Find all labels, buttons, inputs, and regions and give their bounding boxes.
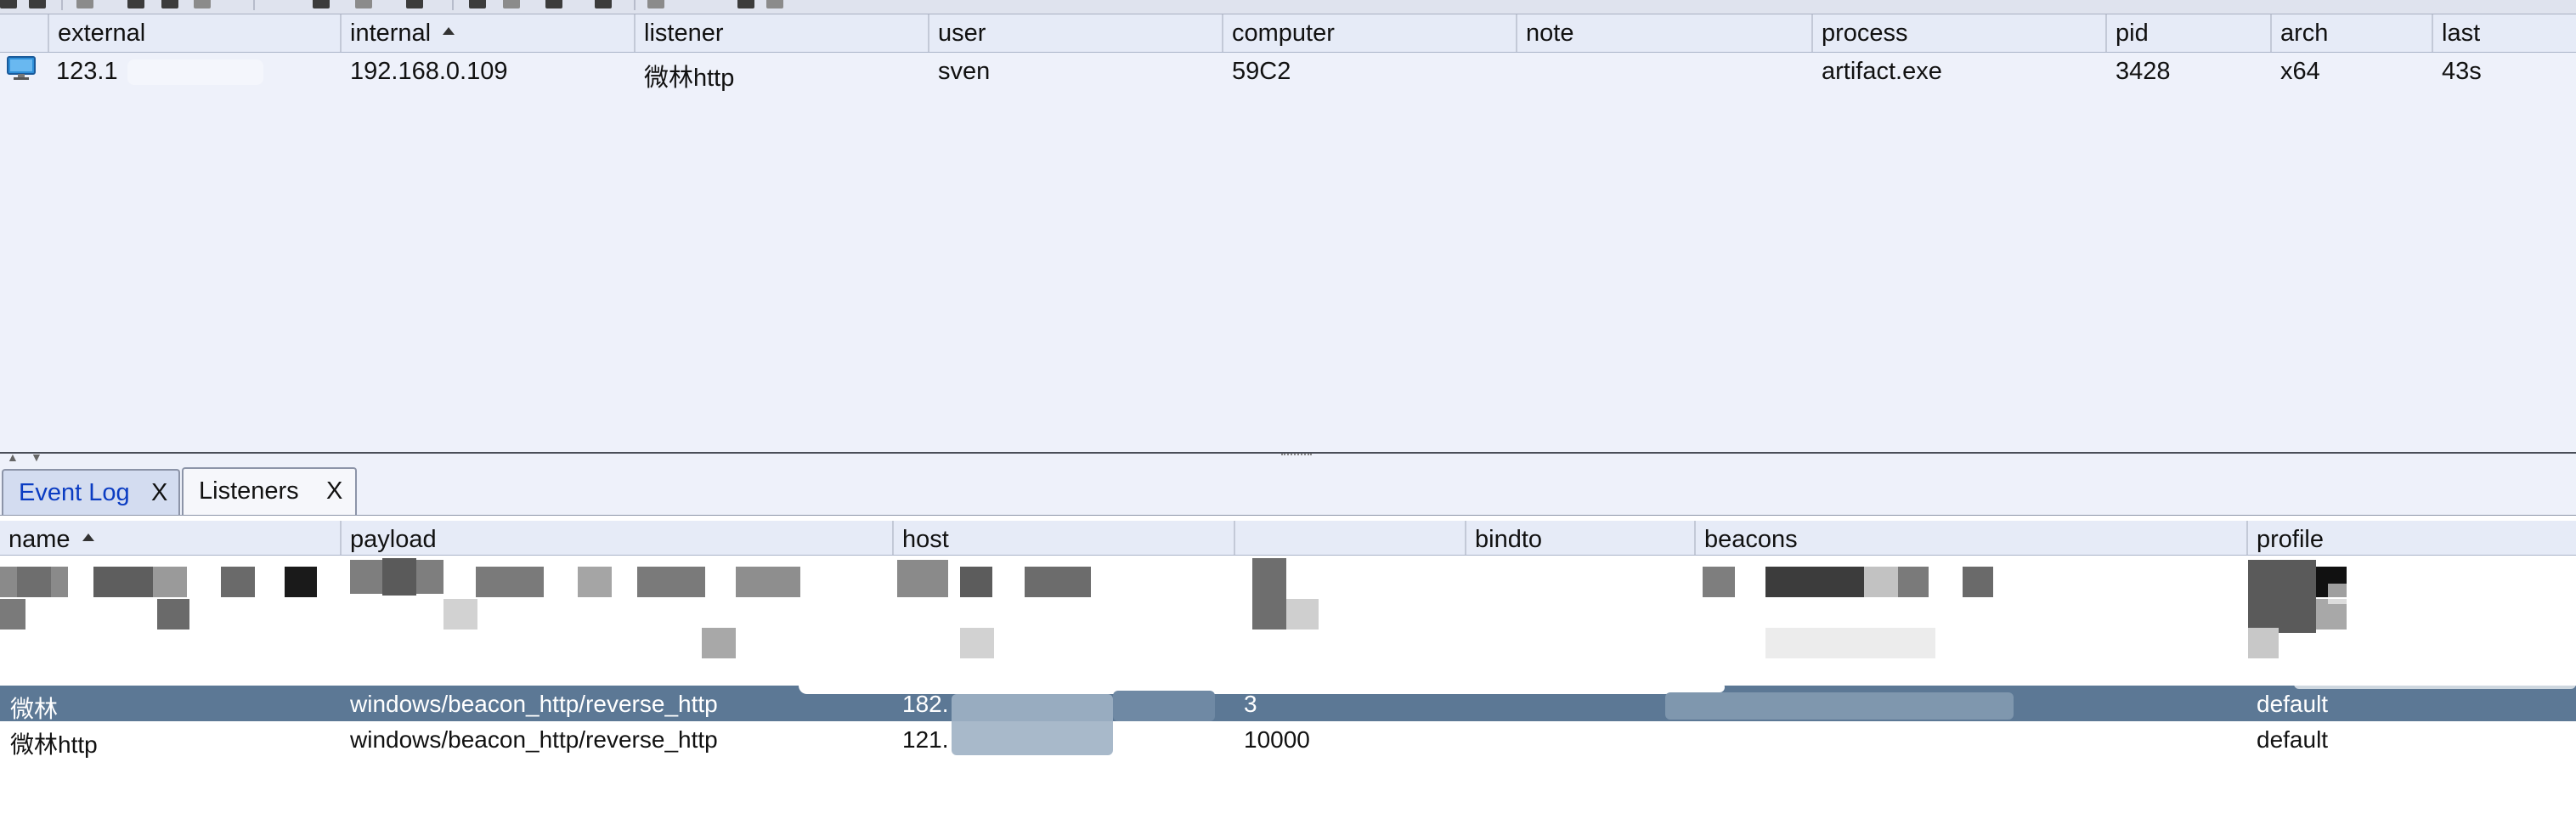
column-header-internal[interactable]: internal — [342, 14, 636, 52]
column-header-port[interactable]: port — [1235, 521, 1466, 555]
disconnect-icon[interactable] — [29, 0, 46, 8]
listeners-table-header: name payload host port bindto beacons pr… — [0, 521, 2576, 556]
cell-internal: 192.168.0.109 — [350, 58, 508, 85]
toolbar — [0, 0, 2576, 14]
cell-host: 121. — [902, 726, 949, 753]
tab-event-log[interactable]: Event Log X — [2, 469, 180, 515]
column-header-bindto[interactable]: bindto — [1466, 521, 1696, 555]
sort-ascending-icon — [443, 26, 455, 35]
gear-icon[interactable] — [406, 0, 423, 8]
column-header-icon[interactable] — [0, 14, 49, 52]
column-header-listener[interactable]: listener — [636, 14, 929, 52]
cell-payload: windows/beacon_http/reverse_http — [350, 691, 718, 717]
cell-last: 43s — [2442, 58, 2482, 85]
column-header-note[interactable]: note — [1517, 14, 1813, 52]
cell-port: 3 — [1244, 691, 1257, 717]
cell-external: 123.1 — [56, 58, 118, 85]
table-row[interactable]: 微林http windows/beacon_http/reverse_http … — [0, 721, 2576, 758]
column-header-user[interactable]: user — [929, 14, 1223, 52]
toolbar-separator — [452, 0, 454, 10]
cell-port: 10000 — [1244, 726, 1310, 753]
close-tab-button[interactable]: X — [326, 469, 342, 513]
cell-computer: 59C2 — [1232, 58, 1291, 85]
script-icon[interactable] — [545, 0, 562, 8]
close-tab-button[interactable]: X — [151, 471, 167, 515]
toolbar-separator — [253, 0, 255, 10]
beacon-table-body — [0, 53, 2576, 452]
redaction-blur — [127, 59, 263, 85]
cell-name: 微林http — [10, 731, 98, 758]
session-list-icon[interactable] — [127, 0, 144, 8]
collapse-up-icon[interactable]: ▲ — [7, 450, 19, 464]
column-header-beacons[interactable]: beacons — [1696, 521, 2248, 555]
toolbar-separator — [634, 0, 636, 10]
listeners-table: name payload host port bindto beacons pr… — [0, 515, 2576, 813]
column-header-payload[interactable]: payload — [342, 521, 894, 555]
tab-label: Event Log — [19, 479, 130, 506]
tab-label: Listeners — [199, 477, 299, 505]
note-icon[interactable] — [503, 0, 520, 8]
picture-icon[interactable] — [355, 0, 372, 8]
cell-arch: x64 — [2280, 58, 2320, 85]
cell-profile: default — [2257, 691, 2329, 717]
cell-payload: windows/beacon_http/reverse_http — [350, 726, 718, 753]
column-header-last[interactable]: last — [2433, 14, 2576, 52]
column-header-pid[interactable]: pid — [2107, 14, 2272, 52]
column-header-computer[interactable]: computer — [1223, 14, 1517, 52]
cell-process: artifact.exe — [1822, 58, 1942, 85]
cell-listener: 微林http — [644, 65, 735, 92]
tab-listeners[interactable]: Listeners X — [182, 467, 357, 517]
toolbar-separator — [61, 0, 63, 10]
cell-name: 微林 — [10, 696, 59, 722]
column-header-name[interactable]: name — [0, 521, 342, 555]
collapse-down-icon[interactable]: ▼ — [31, 450, 42, 464]
beacon-table-header: external internal listener user computer… — [0, 14, 2576, 53]
web-log-icon[interactable] — [647, 0, 664, 8]
cell-pid: 3428 — [2116, 58, 2171, 85]
keys-icon[interactable] — [313, 0, 330, 8]
connect-icon[interactable] — [0, 0, 17, 8]
column-header-host[interactable]: host — [894, 521, 1235, 555]
globe-icon[interactable] — [766, 0, 783, 8]
column-header-external[interactable]: external — [49, 14, 342, 52]
column-header-process[interactable]: process — [1813, 14, 2107, 52]
cell-user: sven — [938, 58, 991, 85]
target-list-icon[interactable] — [161, 0, 178, 8]
split-grip-icon[interactable] — [1281, 454, 1312, 460]
sort-ascending-icon — [82, 533, 94, 541]
table-row[interactable]: 123.1 192.168.0.109 微林http sven 59C2 art… — [0, 53, 2576, 92]
screenshot-icon[interactable] — [595, 0, 612, 8]
headphones-icon[interactable] — [76, 0, 93, 8]
column-header-profile[interactable]: profile — [2248, 521, 2576, 555]
download-icon[interactable] — [469, 0, 486, 8]
cloud-icon[interactable] — [737, 0, 754, 8]
tab-bar: Event Log X Listeners X — [0, 464, 2576, 517]
pixelated-redaction — [0, 555, 2576, 680]
column-header-arch[interactable]: arch — [2272, 14, 2433, 52]
windows-monitor-icon — [7, 56, 36, 88]
cell-profile: default — [2257, 726, 2329, 753]
cell-host: 182. — [902, 691, 949, 717]
pivot-graph-icon[interactable] — [194, 0, 211, 8]
